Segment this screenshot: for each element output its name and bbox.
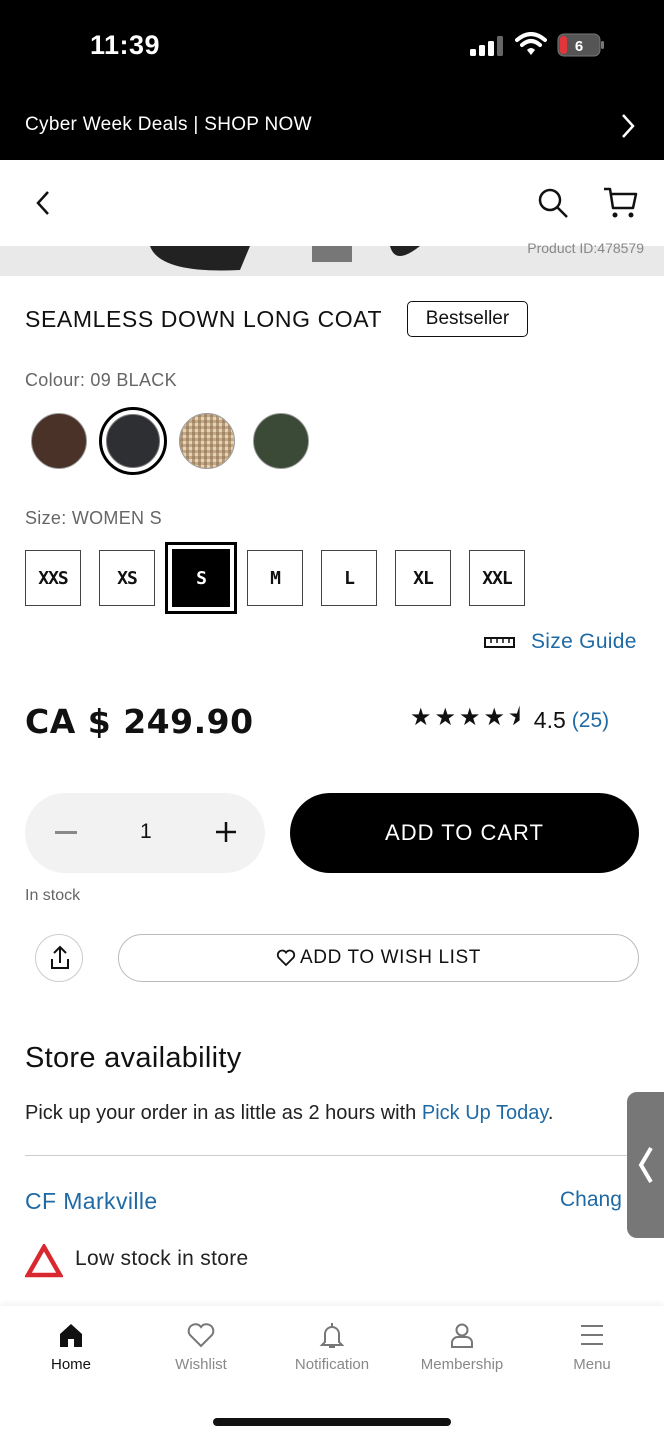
tab-menu-label: Menu — [573, 1356, 611, 1373]
chevron-left-icon[interactable] — [636, 1145, 656, 1185]
size-option-l[interactable]: L — [321, 550, 377, 606]
rating-stars: ★★★★⯨ — [410, 704, 524, 731]
tab-home[interactable]: Home — [11, 1320, 131, 1373]
tab-membership[interactable]: Membership — [402, 1320, 522, 1373]
rating[interactable]: ★★★★⯨ 4.5 (25) — [410, 700, 609, 741]
bell-icon — [319, 1323, 345, 1348]
tab-notification-label: Notification — [294, 1356, 370, 1373]
stock-status: In stock — [25, 887, 81, 904]
back-icon[interactable] — [30, 188, 58, 218]
heart-icon — [276, 949, 296, 967]
share-icon — [51, 945, 69, 969]
share-button[interactable] — [35, 934, 83, 982]
low-stock-note: Low stock in store — [75, 1247, 249, 1270]
tab-notification[interactable]: Notification — [272, 1320, 392, 1373]
colour-swatch-beige-check[interactable] — [179, 413, 235, 469]
size-option-xs[interactable]: XS — [99, 550, 155, 606]
store-desc-text: Pick up your order in as little as 2 hou… — [25, 1102, 422, 1124]
battery-icon: 6 — [557, 33, 604, 57]
signal-icon — [470, 36, 503, 56]
quantity-value[interactable]: 1 — [140, 820, 152, 844]
size-option-xl[interactable]: XL — [395, 550, 451, 606]
colour-swatch-green[interactable] — [253, 413, 309, 469]
search-icon[interactable] — [536, 186, 570, 220]
product-title: SEAMLESS DOWN LONG COAT — [25, 306, 383, 332]
divider — [25, 1155, 640, 1156]
review-count-link[interactable]: (25) — [572, 709, 609, 733]
rating-value: 4.5 — [533, 707, 566, 733]
size-option-s[interactable]: S — [165, 542, 237, 614]
change-store-link[interactable]: Chang — [560, 1188, 622, 1212]
size-guide-label[interactable]: Size Guide — [531, 630, 637, 654]
ruler-icon — [484, 637, 515, 648]
tab-wishlist[interactable]: Wishlist — [141, 1320, 261, 1373]
status-time: 11:39 — [90, 30, 161, 60]
size-option-s-label: S — [172, 549, 230, 607]
bestseller-badge: Bestseller — [407, 301, 528, 337]
pick-up-today-link[interactable]: Pick Up Today — [422, 1102, 548, 1124]
tab-home-label: Home — [50, 1356, 91, 1373]
increment-icon[interactable] — [214, 820, 238, 844]
add-to-wishlist-button[interactable]: ADD TO WISH LIST — [118, 934, 639, 982]
store-name[interactable]: CF Markville — [25, 1188, 158, 1215]
battery-level: 6 — [575, 38, 583, 55]
size-option-xxs[interactable]: XXS — [25, 550, 81, 606]
tab-wishlist-label: Wishlist — [175, 1356, 227, 1373]
size-label: Size: WOMEN S — [25, 508, 162, 528]
tab-menu[interactable]: Menu — [532, 1320, 652, 1373]
add-to-cart-button[interactable]: ADD TO CART — [290, 793, 639, 873]
size-guide-link[interactable]: Size Guide — [484, 630, 637, 654]
chevron-right-icon[interactable] — [618, 112, 638, 140]
price: CA $ 249.90 — [25, 702, 254, 741]
decrement-icon[interactable] — [55, 831, 77, 834]
wishlist-label: ADD TO WISH LIST — [300, 947, 481, 968]
cart-icon[interactable] — [602, 184, 638, 220]
warning-icon — [25, 1244, 63, 1278]
size-option-xxl[interactable]: XXL — [469, 550, 525, 606]
home-indicator — [213, 1418, 451, 1426]
colour-swatch-brown[interactable] — [31, 413, 87, 469]
person-icon — [451, 1323, 473, 1348]
heart-icon — [187, 1323, 215, 1348]
wifi-icon — [515, 32, 547, 55]
promo-text[interactable]: Cyber Week Deals | SHOP NOW — [25, 114, 312, 136]
menu-icon — [581, 1325, 603, 1345]
product-id: Product ID:478579 — [527, 240, 644, 256]
store-desc-suffix: . — [547, 1102, 554, 1124]
home-icon — [60, 1324, 82, 1347]
colour-label: Colour: 09 BLACK — [25, 370, 177, 390]
store-description: Pick up your order in as little as 2 hou… — [25, 1102, 553, 1125]
tab-membership-label: Membership — [420, 1356, 504, 1373]
check-pattern — [180, 414, 234, 468]
size-option-m[interactable]: M — [247, 550, 303, 606]
colour-swatch-black[interactable] — [99, 407, 167, 475]
store-availability-heading: Store availability — [25, 1042, 242, 1074]
